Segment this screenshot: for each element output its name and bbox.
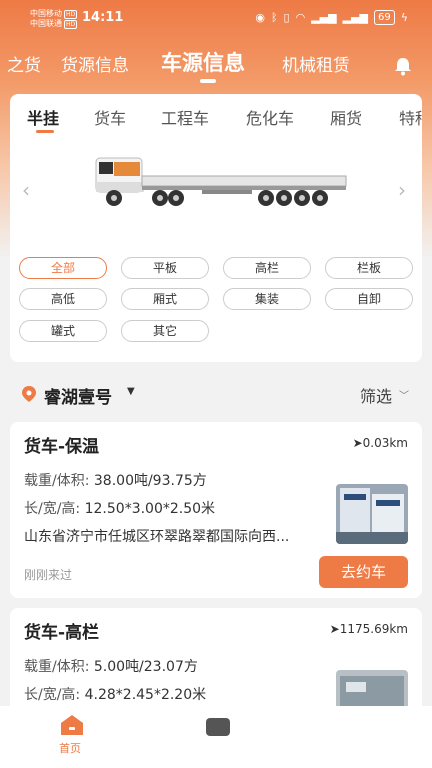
type-chip-all[interactable]: 全部 xyxy=(19,257,107,279)
nav-home-label[interactable]: 首页 xyxy=(59,740,81,756)
category-tab-special[interactable]: 特种 xyxy=(399,105,422,129)
distance-value: 1175.69km xyxy=(339,622,408,636)
nav-tab-cargo-partial[interactable]: 之货 xyxy=(7,51,41,76)
category-tab-engineering[interactable]: 工程车 xyxy=(161,105,209,129)
listing-time: 刚刚来过 xyxy=(24,568,73,582)
listing-title: 货车-保温 xyxy=(24,437,100,457)
semi-trailer-image xyxy=(95,157,347,206)
nav-tab-cargo-info[interactable]: 货源信息 xyxy=(61,51,129,76)
wifi-icon: ◠ xyxy=(295,11,306,24)
category-tab-hazmat[interactable]: 危化车 xyxy=(246,105,294,129)
location-bar: 睿湖壹号 ▼ 筛选 ﹀ xyxy=(0,374,432,414)
vehicle-filter-card: 半挂 货车 工程车 危化车 厢货 特种 ‹ › 全部 平板 高栏 栏板 高低 厢… xyxy=(10,94,422,362)
type-chip-other[interactable]: 其它 xyxy=(121,320,209,342)
load-label: 载重/体积: xyxy=(24,659,90,675)
location-pin-icon xyxy=(22,386,36,402)
nav-active-indicator xyxy=(200,79,216,83)
size-value: 4.28*2.45*2.20米 xyxy=(84,687,207,703)
system-icons: ◉ ᛒ ▯ ◠ ▂▄▆ ▂▄▆ 69 ϟ xyxy=(255,10,408,25)
listing-distance: ➤1175.69km xyxy=(330,622,408,636)
hd-badge-2: HD xyxy=(64,20,78,29)
distance-value: 0.03km xyxy=(362,436,408,450)
bottom-nav: 首页 xyxy=(0,706,432,768)
size-value: 12.50*3.00*2.50米 xyxy=(84,501,216,517)
listing-address: 山东省济宁市任城区环翠路翠都国际向西... xyxy=(24,529,290,545)
listing-title: 货车-高栏 xyxy=(24,623,100,643)
category-active-indicator xyxy=(36,130,54,133)
carrier-1: 中国移动 xyxy=(30,9,62,18)
charging-icon: ϟ xyxy=(400,11,408,24)
signal-icon-2: ▂▄▆ xyxy=(342,11,368,24)
chevron-down-icon[interactable]: ﹀ xyxy=(399,387,409,402)
navigation-arrow-icon: ➤ xyxy=(352,436,363,450)
type-chip-flatbed[interactable]: 平板 xyxy=(121,257,209,279)
type-chip-tank[interactable]: 罐式 xyxy=(19,320,107,342)
type-chip-container[interactable]: 集装 xyxy=(223,288,311,310)
load-label: 载重/体积: xyxy=(24,473,90,489)
caret-down-icon[interactable]: ▼ xyxy=(127,386,135,397)
listing-distance: ➤0.03km xyxy=(353,436,408,450)
location-selector[interactable]: 睿湖壹号 xyxy=(44,383,112,408)
type-chip-dump[interactable]: 自卸 xyxy=(325,288,413,310)
nav-tab-icon[interactable] xyxy=(200,712,260,762)
vehicle-listing-card[interactable]: 货车-高栏 ➤1175.69km 载重/体积: 5.00吨/23.07方 长/宽… xyxy=(10,608,422,718)
nav-tab-vehicle-info[interactable]: 车源信息 xyxy=(161,47,245,77)
listing-load-row: 载重/体积: 38.00吨/93.75方 xyxy=(24,470,207,490)
chevron-right-icon[interactable]: › xyxy=(398,178,406,202)
vibrate-icon: ▯ xyxy=(283,11,290,24)
home-icon[interactable] xyxy=(60,714,84,736)
size-label: 长/宽/高: xyxy=(24,687,81,703)
book-vehicle-button[interactable]: 去约车 xyxy=(319,556,408,588)
type-chip-high-low[interactable]: 高低 xyxy=(19,288,107,310)
vehicle-photo[interactable] xyxy=(336,484,408,544)
type-chip-box[interactable]: 厢式 xyxy=(121,288,209,310)
vehicle-listing-card[interactable]: 货车-保温 ➤0.03km 载重/体积: 38.00吨/93.75方 长/宽/高… xyxy=(10,422,422,598)
listing-size-row: 长/宽/高: 4.28*2.45*2.20米 xyxy=(24,684,206,704)
chevron-left-icon[interactable]: ‹ xyxy=(22,178,30,202)
category-tab-semi-trailer[interactable]: 半挂 xyxy=(27,105,59,129)
hd-badge-1: HD xyxy=(64,10,78,19)
signal-icon: ▂▄▆ xyxy=(311,11,337,24)
type-chip-high-rail[interactable]: 高栏 xyxy=(223,257,311,279)
category-tabs: 半挂 货车 工程车 危化车 厢货 特种 xyxy=(10,94,422,134)
type-chip-rail-board[interactable]: 栏板 xyxy=(325,257,413,279)
category-tab-truck[interactable]: 货车 xyxy=(94,105,126,129)
eye-icon: ◉ xyxy=(255,11,265,24)
carrier-info: 中国移动 HD 中国联通 HD xyxy=(30,9,78,29)
bluetooth-icon: ᛒ xyxy=(270,11,278,24)
top-nav: 之货 货源信息 车源信息 机械租赁 xyxy=(0,44,432,84)
status-time: 14:11 xyxy=(82,10,124,25)
load-value: 38.00吨/93.75方 xyxy=(93,473,207,489)
load-value: 5.00吨/23.07方 xyxy=(93,659,198,675)
category-tab-box[interactable]: 厢货 xyxy=(330,105,362,129)
listing-size-row: 长/宽/高: 12.50*3.00*2.50米 xyxy=(24,498,215,518)
nav-tab-machinery-rental[interactable]: 机械租赁 xyxy=(282,51,350,76)
battery-icon: 69 xyxy=(374,10,395,25)
size-label: 长/宽/高: xyxy=(24,501,81,517)
filter-button[interactable]: 筛选 xyxy=(360,383,392,407)
status-bar: 中国移动 HD 中国联通 HD 14:11 ◉ ᛒ ▯ ◠ ▂▄▆ ▂▄▆ 69 ϟ xyxy=(0,0,432,36)
listing-load-row: 载重/体积: 5.00吨/23.07方 xyxy=(24,656,198,676)
carrier-2: 中国联通 xyxy=(30,19,62,28)
bell-icon[interactable] xyxy=(393,56,413,76)
navigation-arrow-icon: ➤ xyxy=(329,622,340,636)
